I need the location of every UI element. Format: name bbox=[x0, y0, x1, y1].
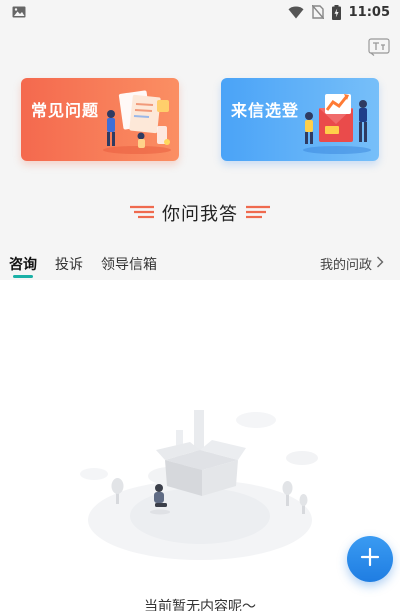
empty-state-message: 当前暂无内容呢～ bbox=[144, 599, 256, 611]
section-header: 你问我答 bbox=[0, 200, 400, 226]
section-title: 你问我答 bbox=[162, 204, 238, 225]
add-question-button[interactable] bbox=[347, 536, 393, 582]
empty-box-illustration-icon bbox=[70, 400, 330, 574]
letters-card[interactable]: 来信选登 bbox=[221, 78, 379, 161]
gallery-notification-icon bbox=[12, 6, 26, 18]
chevron-right-icon bbox=[376, 256, 384, 272]
my-inquiries-link[interactable]: 我的问政 bbox=[320, 254, 384, 273]
tab-complaint[interactable]: 投诉 bbox=[55, 254, 83, 274]
tab-bar: 咨询 投诉 领导信箱 我的问政 bbox=[0, 246, 400, 280]
status-bar: 11:05 bbox=[0, 0, 400, 24]
tab-consult[interactable]: 咨询 bbox=[9, 254, 37, 274]
battery-charging-icon bbox=[331, 4, 341, 20]
letters-card-label: 来信选登 bbox=[231, 101, 300, 120]
faq-card[interactable]: 常见问题 bbox=[21, 78, 179, 161]
top-bar bbox=[0, 24, 400, 68]
status-time: 11:05 bbox=[348, 4, 390, 20]
font-size-icon[interactable] bbox=[368, 38, 390, 56]
documents-illustration-icon bbox=[97, 86, 175, 160]
left-stripes-icon bbox=[130, 204, 154, 223]
plus-icon bbox=[360, 547, 380, 571]
my-inquiries-label: 我的问政 bbox=[319, 258, 372, 273]
content-area: 当前暂无内容呢～ bbox=[0, 280, 400, 611]
right-stripes-icon bbox=[246, 204, 270, 223]
no-sim-icon bbox=[311, 5, 324, 19]
wifi-icon bbox=[288, 6, 304, 19]
envelope-illustration-icon bbox=[297, 86, 375, 160]
tab-leader-mailbox[interactable]: 领导信箱 bbox=[101, 254, 157, 274]
active-tab-indicator bbox=[13, 275, 33, 278]
faq-card-label: 常见问题 bbox=[31, 101, 100, 120]
